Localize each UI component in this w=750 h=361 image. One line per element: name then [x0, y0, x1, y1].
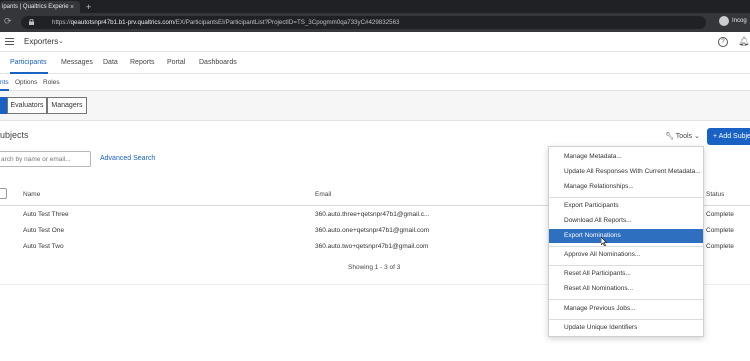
main-nav: Participants Messages Data Reports Porta…: [0, 52, 750, 74]
participant-name[interactable]: Auto Test One: [23, 227, 64, 234]
app-header: Exporters ⌄ ? 🔔︎: [0, 32, 750, 52]
menu-item-update-identifiers[interactable]: Update Unique Identifiers: [549, 321, 703, 335]
menu-item-manage-relationships[interactable]: Manage Relationships...: [549, 180, 703, 194]
filter-subjects-button[interactable]: [0, 97, 7, 114]
participant-email: 360.auto.one+qetsnpr47b1@gmail.com: [315, 227, 430, 234]
bell-icon[interactable]: 🔔︎: [738, 36, 749, 47]
tools-dropdown-menu: Manage Metadata... Update All Responses …: [548, 146, 704, 337]
subtab-participants[interactable]: nts: [0, 79, 9, 86]
close-tab-icon[interactable]: ×: [70, 2, 74, 13]
menu-separator: [549, 265, 703, 266]
menu-separator: [549, 319, 703, 320]
menu-separator: [549, 246, 703, 247]
menu-item-export-participants[interactable]: Export Participants: [549, 199, 703, 213]
address-bar[interactable]: https://qeautotsnpr47b1.b1-prv.qualtrics…: [21, 16, 706, 29]
participant-email: 360.auto.two+qetsnpr47b1@gmail.com: [315, 243, 429, 250]
menu-item-export-nominations[interactable]: Export Nominations: [549, 229, 703, 243]
tab-portal[interactable]: Portal: [167, 59, 185, 66]
tab-participants[interactable]: Participants: [10, 59, 47, 66]
tools-label: Tools: [675, 133, 693, 140]
lock-icon: [29, 19, 34, 25]
advanced-search-link[interactable]: Advanced Search: [100, 155, 155, 162]
menu-item-update-responses[interactable]: Update All Responses With Current Metada…: [549, 165, 703, 179]
filter-managers-button[interactable]: Managers: [47, 97, 87, 114]
add-subject-button[interactable]: + Add Subje: [707, 128, 750, 145]
search-placeholder: arch by name or email...: [1, 156, 71, 163]
filter-evaluators-button[interactable]: Evaluators: [7, 97, 47, 114]
tab-data[interactable]: Data: [103, 59, 118, 66]
tab-messages[interactable]: Messages: [61, 59, 93, 66]
chevron-down-icon[interactable]: ⌄: [58, 37, 64, 45]
menu-item-reset-participants[interactable]: Reset All Participants...: [549, 267, 703, 281]
subtab-roles[interactable]: Roles: [43, 79, 60, 86]
browser-tab-title: ipants | Qualtrics Experie: [2, 4, 69, 10]
url-text: https://qeautotsnpr47b1.b1-prv.qualtrics…: [52, 19, 400, 26]
menu-item-download-reports[interactable]: Download All Reports...: [549, 214, 703, 228]
reload-icon[interactable]: ⟳: [4, 16, 12, 27]
tab-dashboards[interactable]: Dashboards: [199, 59, 237, 66]
wrench-icon: 🔧︎: [665, 133, 674, 140]
new-tab-icon[interactable]: +: [86, 1, 91, 13]
menu-item-manage-jobs[interactable]: Manage Previous Jobs...: [549, 302, 703, 316]
hamburger-menu-icon[interactable]: [5, 38, 14, 45]
mouse-cursor-icon: [601, 237, 607, 246]
chevron-down-icon: ⌄: [694, 133, 700, 140]
participant-status: Complete: [706, 211, 734, 218]
menu-item-manage-metadata[interactable]: Manage Metadata...: [549, 150, 703, 164]
participant-name[interactable]: Auto Test Two: [23, 243, 64, 250]
menu-item-reset-nominations[interactable]: Reset All Nominations...: [549, 282, 703, 296]
menu-separator: [549, 197, 703, 198]
select-all-checkbox[interactable]: [0, 188, 7, 199]
search-input[interactable]: arch by name or email...: [0, 151, 91, 167]
role-filter-bar: Evaluators Managers: [0, 91, 750, 121]
project-selector[interactable]: Exporters: [24, 37, 58, 46]
pagination-summary: Showing 1 - 3 of 3: [348, 264, 401, 271]
profile-label: Incog: [732, 18, 747, 24]
sub-nav: nts Options Roles: [0, 74, 750, 91]
tab-reports[interactable]: Reports: [130, 59, 155, 66]
column-status[interactable]: Status: [706, 191, 724, 198]
browser-tab-strip: ipants | Qualtrics Experie × +: [0, 0, 750, 13]
participant-status: Complete: [706, 227, 734, 234]
menu-separator: [549, 299, 703, 300]
browser-tab[interactable]: ipants | Qualtrics Experie ×: [0, 1, 80, 13]
participant-name[interactable]: Auto Test Three: [23, 211, 69, 218]
column-email[interactable]: Email: [315, 191, 331, 198]
browser-toolbar: ⟳ https://qeautotsnpr47b1.b1-prv.qualtri…: [0, 13, 750, 32]
help-icon[interactable]: ?: [718, 37, 728, 47]
section-title: ubjects: [0, 130, 29, 140]
participant-email: 360.auto.three+qetsnpr47b1@gmail.c...: [315, 211, 430, 218]
participant-status: Complete: [706, 243, 734, 250]
column-name[interactable]: Name: [23, 191, 40, 198]
tools-button[interactable]: 🔧︎ Tools ⌄: [665, 132, 700, 140]
subtab-options[interactable]: Options: [15, 79, 37, 86]
menu-item-approve-nominations[interactable]: Approve All Nominations...: [549, 248, 703, 262]
incognito-avatar[interactable]: [719, 16, 729, 26]
